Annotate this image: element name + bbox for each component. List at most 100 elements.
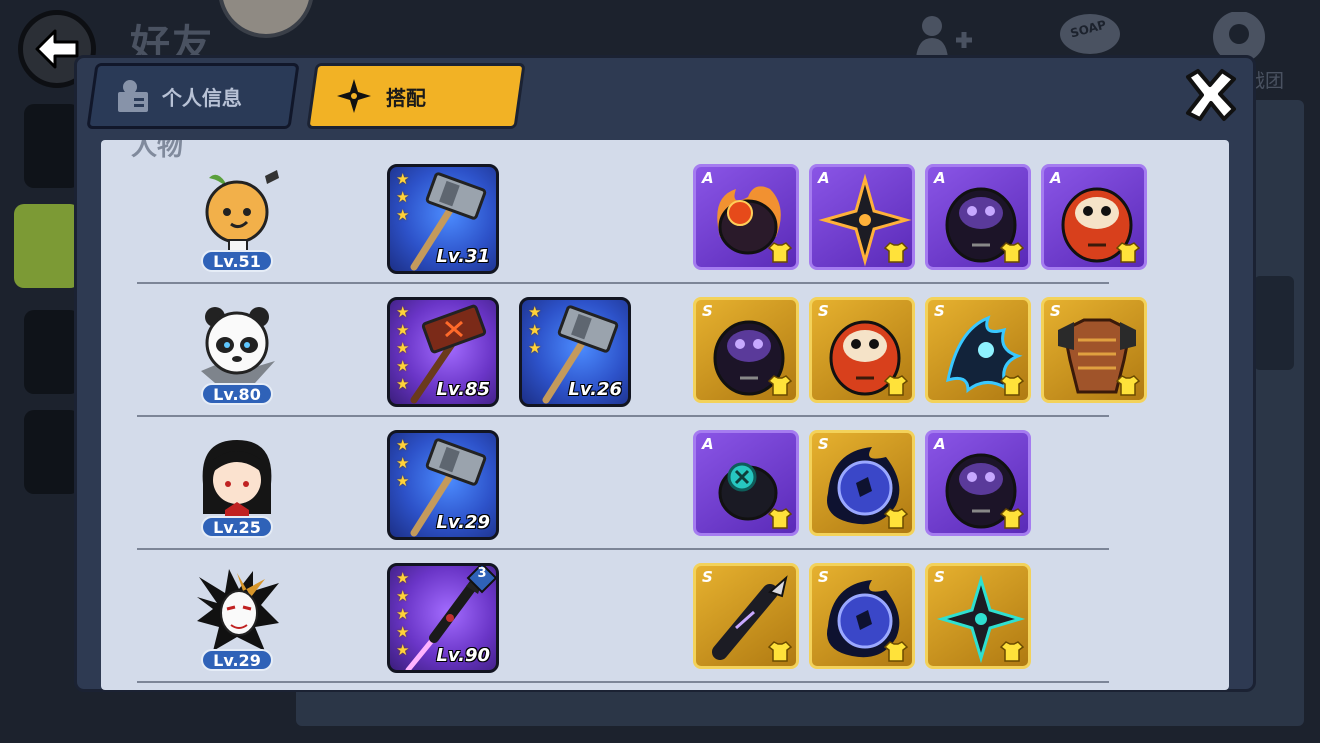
equipment-slot[interactable]: A [925,164,1031,270]
star-icon: ★ [396,339,410,357]
shirt-icon [1115,374,1141,396]
close-button[interactable] [1175,60,1245,130]
star-icon: ★ [396,623,410,641]
character-level-badge: Lv.25 [201,516,273,538]
star-icon: ★ [396,605,410,623]
weapon-level: Lv.85 [436,379,490,400]
character-row: Lv.29 ★ ★ ★ ★ ★ Lv.90 3 S S S [101,539,1229,683]
character-portrait[interactable]: Lv.80 [189,297,289,409]
game-screen: 好友 SOAP 战团 个人信息 搭配 人物 Lv.51 ★ ★ ★ Lv.31 … [0,0,1320,743]
shirt-icon [883,241,909,263]
star-rating: ★ ★ ★ ★ ★ [396,570,409,658]
star-icon: ★ [396,569,410,587]
character-row: Lv.25 ★ ★ ★ Lv.29 A S A [101,406,1229,550]
tab-loadout[interactable]: 搭配 [306,63,526,129]
sidebar-tab-1[interactable] [24,104,80,188]
character-level-badge: Lv.51 [201,250,273,272]
shirt-icon [999,640,1025,662]
shirt-icon [999,241,1025,263]
equipment-slot[interactable]: S [809,430,915,536]
equipment-slot[interactable]: S [925,297,1031,403]
star-icon: ★ [396,206,410,224]
rank-letter: S [818,435,829,453]
equipment-slot[interactable]: A [809,164,915,270]
equipment-slot[interactable]: S [693,297,799,403]
rank-letter: A [818,169,830,187]
tab-personal-info[interactable]: 个人信息 [86,63,300,129]
equipment-slot[interactable]: S [809,563,915,669]
equipment-slot[interactable]: S [809,297,915,403]
soap-icon[interactable]: SOAP [1058,12,1122,60]
weapon-level: Lv.29 [436,512,490,533]
weapon-slot[interactable]: ★ ★ ★ Lv.26 [519,297,631,407]
rank-letter: S [818,302,829,320]
panda-ninja-icon [195,301,281,387]
weapon-slot[interactable]: ★ ★ ★ ★ ★ Lv.90 3 [387,563,499,673]
rank-letter: A [934,169,946,187]
shirt-icon [1115,241,1141,263]
id-card-icon [116,78,152,114]
rank-letter: S [818,568,829,586]
star-rating: ★ ★ ★ [396,437,409,489]
shirt-icon [767,241,793,263]
rank-letter: A [934,435,946,453]
shirt-icon [767,507,793,529]
weapon-level: Lv.26 [568,379,622,400]
shirt-icon [883,507,909,529]
star-icon: ★ [528,339,542,357]
star-icon: ★ [528,321,542,339]
loadout-dialog: 个人信息 搭配 人物 Lv.51 ★ ★ ★ Lv.31 A A A A Lv.80 ★ ★ ★ ★ ★ Lv… [74,55,1256,692]
character-level-badge: Lv.29 [201,649,273,671]
refine-level: 3 [477,566,487,581]
star-icon: ★ [396,436,410,454]
shirt-icon [767,640,793,662]
star-icon: ★ [396,472,410,490]
equipment-slot[interactable]: A [1041,164,1147,270]
fox-mask-ninja-icon [195,567,281,653]
weapon-slot[interactable]: ★ ★ ★ Lv.31 [387,164,499,274]
shuriken-tab-icon [336,78,372,114]
star-icon: ★ [396,641,410,659]
loadout-panel: 人物 Lv.51 ★ ★ ★ Lv.31 A A A A Lv.80 ★ ★ ★ ★ ★ Lv.85 ★ ★ ★ Lv… [101,140,1229,690]
character-row: Lv.51 ★ ★ ★ Lv.31 A A A A [101,140,1229,284]
sidebar-tab-2[interactable] [14,204,80,288]
star-rating: ★ ★ ★ [396,171,409,223]
row-divider [137,681,1109,683]
tab-loadout-label: 搭配 [386,85,426,110]
avatar [218,0,314,38]
character-level-badge: Lv.80 [201,383,273,405]
star-icon: ★ [396,375,410,393]
background-strip [1254,276,1294,370]
equipment-slot[interactable]: S [693,563,799,669]
rank-letter: A [702,435,714,453]
rank-letter: A [702,169,714,187]
rank-letter: S [934,568,945,586]
rank-letter: S [934,302,945,320]
shirt-icon [883,374,909,396]
equipment-slot[interactable]: A [693,430,799,536]
star-icon: ★ [396,188,410,206]
shirt-icon [883,640,909,662]
equipment-slot[interactable]: S [925,563,1031,669]
shirt-icon [767,374,793,396]
rank-letter: S [702,302,713,320]
character-portrait[interactable]: Lv.25 [189,430,289,542]
equipment-slot[interactable]: A [925,430,1031,536]
weapon-slot[interactable]: ★ ★ ★ ★ ★ Lv.85 [387,297,499,407]
sidebar-tab-4[interactable] [24,410,80,494]
orange-ninja-icon [195,168,281,254]
weapon-slot[interactable]: ★ ★ ★ Lv.29 [387,430,499,540]
equipment-slot[interactable]: A [693,164,799,270]
rank-letter: S [702,568,713,586]
star-icon: ★ [396,303,410,321]
character-portrait[interactable]: Lv.29 [189,563,289,675]
sidebar-tab-3[interactable] [24,310,80,394]
weapon-level: Lv.31 [436,246,490,267]
star-icon: ★ [396,321,410,339]
character-portrait[interactable]: Lv.51 [189,164,289,276]
refine-badge: 3 [466,566,496,594]
star-icon: ★ [528,303,542,321]
star-icon: ★ [396,454,410,472]
equipment-slot[interactable]: S [1041,297,1147,403]
star-rating: ★ ★ ★ ★ ★ [396,304,409,392]
